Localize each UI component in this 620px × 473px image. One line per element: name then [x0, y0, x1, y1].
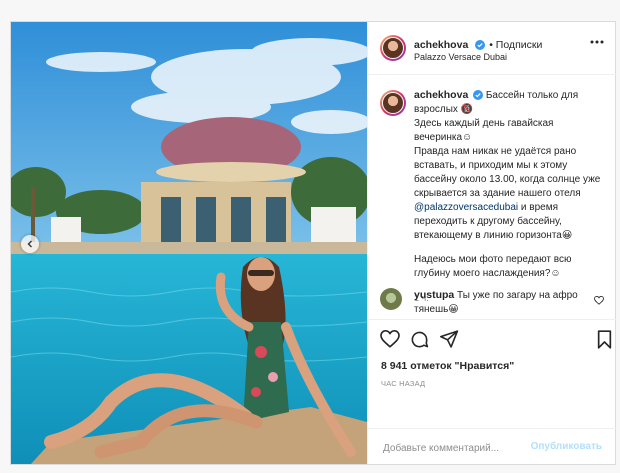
post-caption: achekhova Бассейн только для взрослых 🔞 … — [414, 88, 604, 306]
commenter-username[interactable]: yustupa — [414, 289, 454, 301]
post-side-panel: achekhova • Подписки Palazzo Versace Dub… — [367, 22, 616, 464]
post-header: achekhova • Подписки Palazzo Versace Dub… — [368, 22, 616, 75]
pool-photo-illustration — [11, 22, 367, 464]
chevron-left-icon — [27, 240, 32, 248]
ellipsis-icon[interactable] — [590, 40, 604, 44]
following-status[interactable]: • Подписки — [489, 39, 542, 51]
paper-plane-icon[interactable] — [440, 330, 459, 348]
heart-icon[interactable] — [380, 330, 400, 348]
publish-button[interactable]: Опубликовать — [531, 441, 602, 452]
comment-like-heart-icon[interactable] — [594, 296, 604, 305]
post-actions: 8 941 отметок "Нравится" ЧАС НАЗАД — [368, 319, 616, 412]
caption-line-2: Здесь каждый день гавайская вечеринка☺ — [414, 118, 554, 143]
verified-badge-icon — [474, 40, 485, 50]
comment-input[interactable] — [381, 439, 535, 457]
author-username[interactable]: achekhova — [414, 39, 468, 51]
verified-badge-icon — [473, 90, 484, 100]
caption-username[interactable]: achekhova — [414, 89, 468, 101]
bookmark-icon[interactable] — [597, 330, 612, 349]
author-avatar[interactable] — [380, 35, 406, 61]
speech-bubble-icon[interactable] — [410, 330, 429, 349]
hotel-mention-link[interactable]: @palazzoversacedubai — [414, 202, 518, 213]
comment-text-block: yustupa Ты уже по загару на афро тянешь😀 — [414, 288, 586, 317]
post-location[interactable]: Palazzo Versace Dubai — [414, 52, 507, 62]
post-timestamp: ЧАС НАЗАД — [381, 379, 426, 388]
post-photo[interactable] — [11, 22, 367, 464]
caption-and-comments: achekhova Бассейн только для взрослых 🔞 … — [368, 74, 616, 319]
caption-line-3: Правда нам никак не удаётся рано встават… — [414, 146, 601, 199]
caption-line-4: Надеюсь мои фото передают всю глубину мо… — [414, 254, 572, 279]
instagram-post: achekhova • Подписки Palazzo Versace Dub… — [10, 21, 616, 465]
add-comment-form: Опубликовать — [368, 428, 616, 465]
previous-photo-button[interactable] — [21, 235, 39, 253]
likes-count[interactable]: 8 941 отметок "Нравится" — [381, 360, 514, 372]
caption-author-avatar[interactable] — [380, 90, 406, 116]
commenter-avatar[interactable] — [380, 288, 402, 310]
